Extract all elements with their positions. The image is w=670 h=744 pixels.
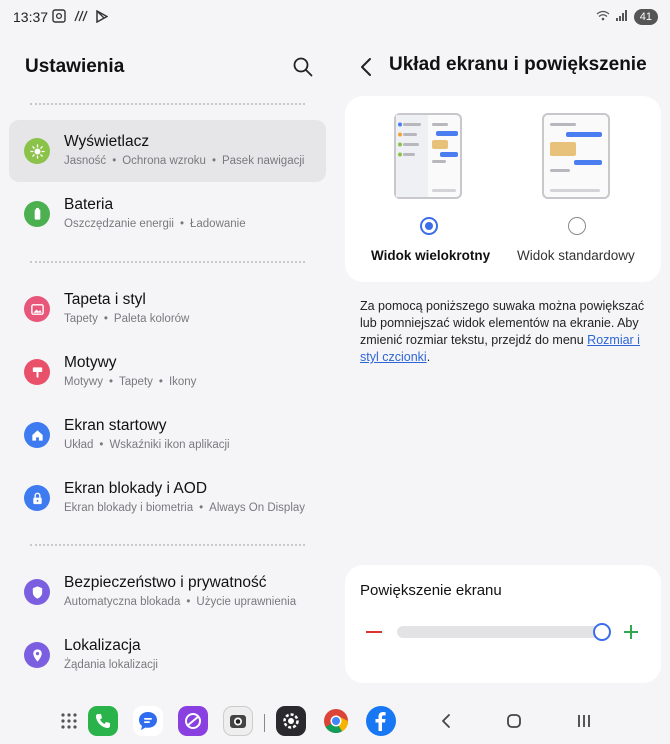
settings-item-bezpieczenstwo[interactable]: Bezpieczeństwo i prywatność Automatyczna… — [9, 561, 326, 623]
taskbar — [0, 700, 670, 744]
detail-header: Układ ekranu i powiększenie — [345, 50, 665, 84]
wifi-icon — [596, 8, 610, 26]
settings-item-lokalizacja[interactable]: Lokalizacja Żądania lokalizacji — [9, 624, 326, 686]
zoom-slider-thumb[interactable] — [593, 623, 611, 641]
back-button[interactable] — [357, 56, 377, 78]
settings-item-wyswietlacz[interactable]: Wyświetlacz Jasność • Ochrona wzroku • Pasek… — [9, 120, 326, 182]
item-title: Wyświetlacz — [64, 133, 150, 150]
item-title: Bateria — [64, 196, 114, 213]
standard-view-label: Widok standardowy — [517, 248, 635, 263]
galaxy-store-icon[interactable] — [178, 706, 208, 736]
zoom-slider-track[interactable] — [397, 626, 600, 638]
location-icon — [24, 642, 50, 668]
description-text: Za pomocą poniższego suwaka można powięk… — [360, 299, 645, 364]
phone-icon[interactable] — [88, 706, 118, 736]
divider — [30, 103, 305, 105]
chevron-left-icon — [361, 58, 371, 76]
multi-view-radio[interactable] — [420, 217, 438, 235]
status-time: 13:37 — [13, 9, 49, 25]
item-subtitle: Automatyczna blokada • Użycie uprawnienia — [64, 596, 297, 608]
item-title: Ekran startowy — [64, 417, 167, 434]
multi-view-label: Widok wielokrotny — [371, 248, 491, 263]
multi-view-preview[interactable] — [394, 113, 462, 199]
zoom-title: Powiększenie ekranu — [360, 582, 502, 599]
nav-home-button[interactable] — [499, 706, 529, 736]
plus-icon[interactable] — [623, 624, 639, 640]
detail-title: Układ ekranu i powiększenie — [389, 54, 647, 75]
item-subtitle: Motywy • Tapety • Ikony — [64, 376, 197, 388]
search-button[interactable] — [292, 56, 314, 78]
apps-grid-icon[interactable] — [54, 706, 84, 736]
dock-separator — [264, 714, 265, 732]
screenshot-icon — [52, 9, 66, 27]
divider — [30, 544, 305, 546]
nav-recents-button[interactable] — [569, 706, 599, 736]
item-title: Motywy — [64, 354, 117, 371]
item-title: Ekran blokady i AOD — [64, 480, 208, 497]
item-title: Tapeta i styl — [64, 291, 146, 308]
item-title: Lokalizacja — [64, 637, 141, 654]
settings-icon[interactable] — [276, 706, 306, 736]
search-icon — [293, 57, 313, 77]
item-subtitle: Układ • Wskaźniki ikon aplikacji — [64, 439, 230, 451]
standard-view-radio[interactable] — [568, 217, 586, 235]
minus-icon[interactable] — [366, 631, 382, 633]
item-title: Bezpieczeństwo i prywatność — [64, 574, 267, 591]
item-subtitle: Oszczędzanie energii • Ładowanie — [64, 218, 246, 230]
chrome-icon[interactable] — [321, 706, 351, 736]
item-subtitle: Tapety • Paleta kolorów — [64, 313, 190, 325]
home-icon — [24, 422, 50, 448]
settings-item-bateria[interactable]: Bateria Oszczędzanie energii • Ładowanie — [9, 183, 326, 245]
screen-zoom-card: Powiększenie ekranu — [345, 565, 661, 683]
page-title: Ustawienia — [25, 56, 125, 77]
divider — [30, 261, 305, 263]
facebook-icon[interactable] — [366, 706, 396, 736]
shield-icon — [24, 579, 50, 605]
camera-icon[interactable] — [223, 706, 253, 736]
standard-view-preview[interactable] — [542, 113, 610, 199]
battery-icon — [24, 201, 50, 227]
messages-icon[interactable] — [133, 706, 163, 736]
brush-icon — [24, 359, 50, 385]
sun-icon — [24, 138, 50, 164]
item-subtitle: Jasność • Ochrona wzroku • Pasek nawigacji — [64, 155, 305, 167]
settings-item-ekran-startowy[interactable]: Ekran startowy Układ • Wskaźniki ikon apli… — [9, 404, 326, 466]
lock-icon — [24, 485, 50, 511]
settings-item-ekran-blokady[interactable]: Ekran blokady i AOD Ekran blokady i biom… — [9, 467, 326, 529]
image-icon — [24, 296, 50, 322]
settings-item-motywy[interactable]: Motywy Motywy • Tapety • Ikony — [9, 341, 326, 403]
item-subtitle: Ekran blokady i biometria • Always On Disp… — [64, 502, 306, 514]
battery-indicator: 41 — [633, 9, 658, 25]
nav-back-button[interactable] — [432, 706, 462, 736]
status-bar: 13:37 41 — [0, 0, 670, 34]
item-subtitle: Żądania lokalizacji — [64, 659, 158, 671]
signal-icon — [615, 8, 628, 26]
nfc-icon — [74, 10, 88, 26]
play-store-icon — [96, 9, 109, 27]
view-options-card: Widok wielokrotny Widok standardowy — [345, 96, 661, 282]
settings-item-tapeta[interactable]: Tapeta i styl Tapety • Paleta kolorów — [9, 278, 326, 340]
settings-list-pane: Ustawienia Wyświetlacz Jasność • Ochrona w… — [0, 34, 335, 694]
